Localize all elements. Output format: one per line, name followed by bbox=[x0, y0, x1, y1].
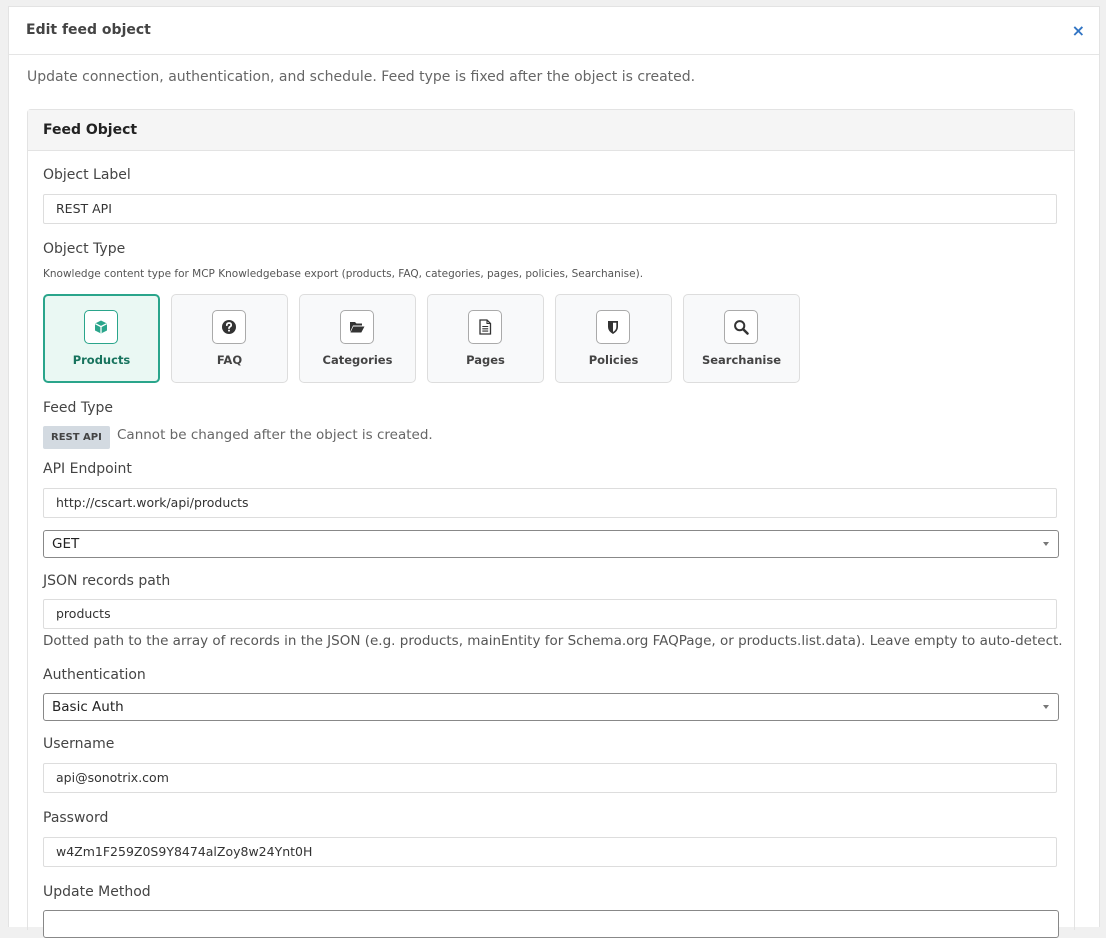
tile-label: Pages bbox=[466, 353, 505, 367]
object-label-input[interactable]: REST API bbox=[43, 194, 1057, 224]
tile-pages[interactable]: Pages bbox=[427, 294, 544, 383]
password-label: Password bbox=[43, 810, 109, 826]
authentication-label: Authentication bbox=[43, 667, 146, 683]
chevron-down-icon bbox=[1043, 542, 1049, 546]
tile-label: Searchanise bbox=[701, 353, 782, 367]
edit-feed-modal: Edit feed object × Update connection, au… bbox=[8, 6, 1100, 938]
modal-intro: Update connection, authentication, and s… bbox=[27, 69, 696, 85]
feed-type-badge: REST API bbox=[43, 426, 110, 449]
panel-header: Feed Object bbox=[28, 110, 1074, 151]
chevron-down-icon bbox=[1043, 705, 1049, 709]
search-icon bbox=[724, 310, 758, 344]
http-method-value: GET bbox=[52, 536, 80, 552]
tile-label: Policies bbox=[588, 353, 639, 367]
api-endpoint-input[interactable]: http://cscart.work/api/products bbox=[43, 488, 1057, 518]
username-input[interactable]: api@sonotrix.com bbox=[43, 763, 1057, 793]
feed-type-label: Feed Type bbox=[43, 400, 114, 416]
json-path-hint: Dotted path to the array of records in t… bbox=[43, 633, 1063, 649]
question-circle-icon bbox=[212, 310, 246, 344]
api-endpoint-label: API Endpoint bbox=[43, 461, 132, 477]
modal-title: Edit feed object bbox=[26, 22, 151, 38]
feed-type-note: Cannot be changed after the object is cr… bbox=[117, 427, 433, 443]
json-path-input[interactable]: products bbox=[43, 599, 1057, 629]
tile-faq[interactable]: FAQ bbox=[171, 294, 288, 383]
http-method-select[interactable]: GET bbox=[43, 530, 1059, 558]
object-label-label: Object Label bbox=[43, 167, 131, 183]
tile-label: Products bbox=[72, 353, 131, 367]
feed-object-panel: Feed Object Object Label REST API Object… bbox=[27, 109, 1075, 938]
panel-title: Feed Object bbox=[43, 122, 138, 138]
tile-searchanise[interactable]: Searchanise bbox=[683, 294, 800, 383]
tile-label: FAQ bbox=[216, 353, 243, 367]
cube-icon bbox=[84, 310, 118, 344]
modal-header: Edit feed object × bbox=[9, 7, 1099, 55]
password-input[interactable]: w4Zm1F259Z0S9Y8474alZoy8w24Ynt0H bbox=[43, 837, 1057, 867]
json-path-label: JSON records path bbox=[43, 573, 171, 589]
tile-policies[interactable]: Policies bbox=[555, 294, 672, 383]
folder-open-icon bbox=[340, 310, 374, 344]
tile-label: Categories bbox=[322, 353, 393, 367]
object-type-hint: Knowledge content type for MCP Knowledge… bbox=[43, 268, 644, 280]
close-icon[interactable]: × bbox=[1072, 21, 1085, 40]
authentication-select[interactable]: Basic Auth bbox=[43, 693, 1059, 721]
username-label: Username bbox=[43, 736, 115, 752]
shield-icon bbox=[596, 310, 630, 344]
authentication-value: Basic Auth bbox=[52, 699, 124, 715]
tile-categories[interactable]: Categories bbox=[299, 294, 416, 383]
file-text-icon bbox=[468, 310, 502, 344]
tile-products[interactable]: Products bbox=[43, 294, 160, 383]
update-method-label: Update Method bbox=[43, 884, 151, 900]
update-method-select[interactable] bbox=[43, 910, 1059, 938]
object-type-label: Object Type bbox=[43, 241, 126, 257]
